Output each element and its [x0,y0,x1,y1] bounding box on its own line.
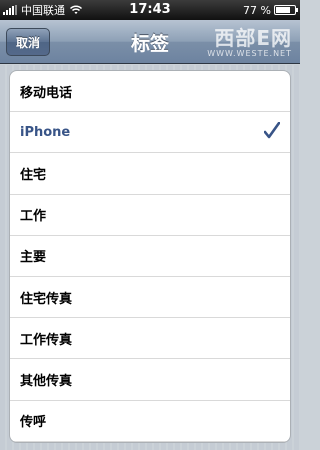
watermark-main: 西部E网 [214,26,292,50]
content-area: 移动电话 iPhone 住宅工作主要住宅传真工作传真其他传真传呼 [0,65,300,450]
status-right: 77 % [243,0,298,20]
list-item[interactable]: 移动电话 [10,71,290,113]
list-item-label: 工作传真 [20,332,73,348]
list-item[interactable]: 其他传真 [10,359,290,401]
list-item-label: 传呼 [20,415,47,431]
list-item[interactable]: 住宅传真 [10,277,290,319]
list-item[interactable]: 工作传真 [10,318,290,360]
status-bar: 中国联通 17:43 77 % [0,0,300,20]
list-item[interactable]: 住宅 [10,153,290,195]
battery-fill [276,7,290,13]
list-item[interactable]: 主要 [10,236,290,277]
list-item-label: 住宅 [20,167,47,183]
list-item-label: 其他传真 [20,373,73,389]
list-item-label: 移动电话 [20,85,73,101]
list-item[interactable]: 传呼 [10,401,290,442]
list-item-label: 主要 [20,250,47,266]
navigation-bar: 取消 标签 西部E网 WWW.WESTE.NET [0,20,300,64]
list-item-label: 住宅传真 [20,291,73,307]
label-list: 移动电话 iPhone 住宅工作主要住宅传真工作传真其他传真传呼 [9,70,291,443]
checkmark-icon [264,122,280,139]
watermark-logo: 西部E网 WWW.WESTE.NET [207,22,292,58]
battery-icon [274,5,298,15]
list-item-label: 工作 [20,209,47,225]
battery-percent: 77 % [243,3,271,17]
list-item[interactable]: iPhone [10,112,290,154]
list-item-label: iPhone [20,124,71,140]
list-item[interactable]: 工作 [10,195,290,236]
watermark-sub: WWW.WESTE.NET [207,49,292,58]
